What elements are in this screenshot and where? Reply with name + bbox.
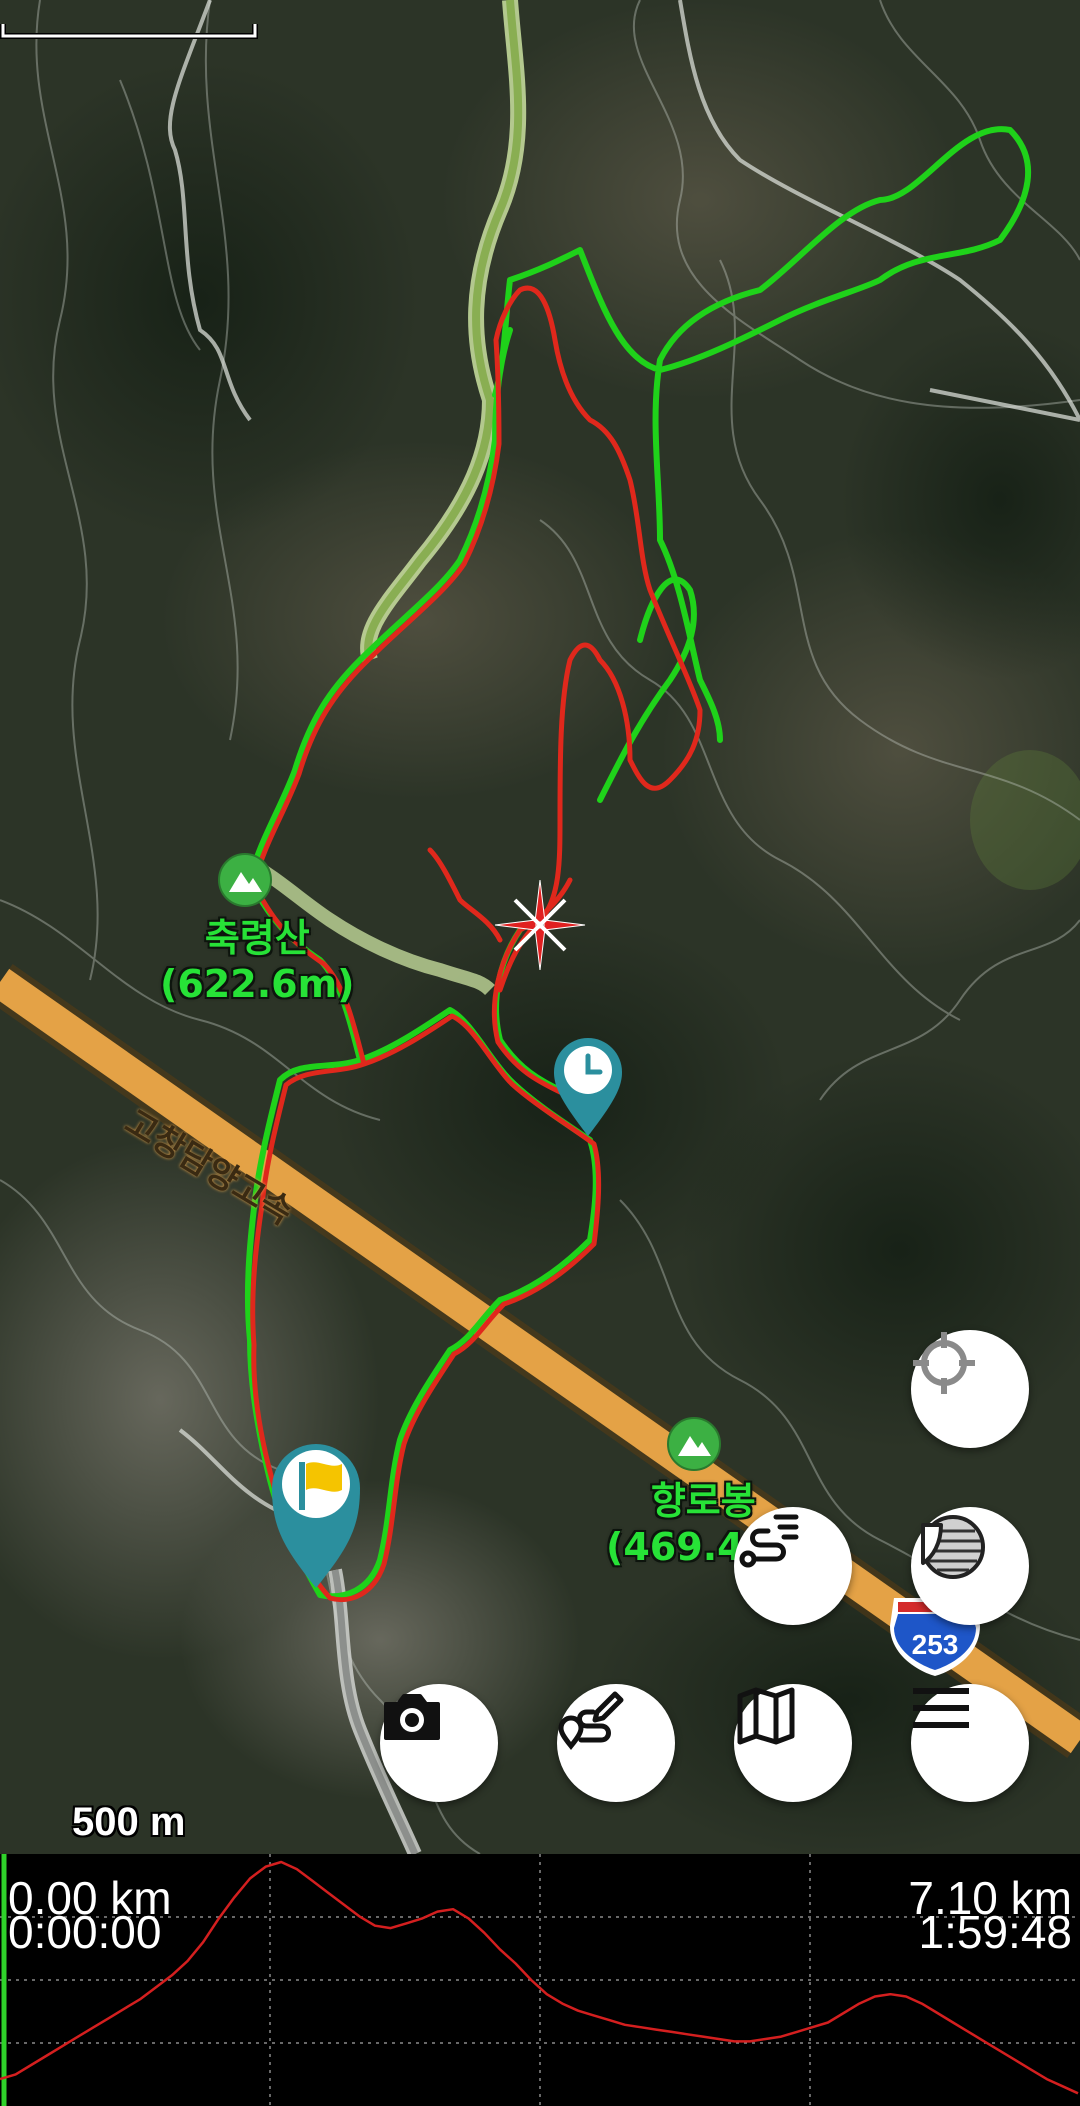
elevation-profile-panel[interactable]: 0.00 km 0:00:00 7.10 km 1:59:48 (0, 1854, 1080, 2106)
draw-route-icon (558, 1691, 624, 1751)
scale-label: 500 m (72, 1800, 186, 1844)
layers-button[interactable] (911, 1507, 1029, 1625)
peak-marker-chukryeongsan[interactable] (218, 853, 272, 907)
draw-route-button[interactable] (557, 1684, 675, 1802)
route-list-icon (739, 1514, 799, 1568)
scale-bar (0, 24, 258, 39)
camera-icon (384, 1694, 440, 1740)
peak-marker-hyangrobong[interactable] (667, 1417, 721, 1471)
peak-elevation: (622.6m) (160, 962, 355, 1006)
peak-name: 축령산 (204, 916, 310, 960)
hamburger-icon (913, 1688, 969, 1728)
app-root: 253 축령산 (622.6m) 향로봉 (469.4m) 고창담양고속 500… (0, 0, 1080, 2106)
routes-button[interactable] (734, 1507, 852, 1625)
svg-text:253: 253 (912, 1629, 959, 1660)
maps-button[interactable] (734, 1684, 852, 1802)
peak-label-chukryeongsan: 축령산 (622.6m) (160, 915, 355, 1007)
locate-me-button[interactable] (911, 1330, 1029, 1448)
layers-icon (921, 1515, 985, 1579)
map-icon (737, 1687, 795, 1745)
map-view[interactable]: 253 축령산 (622.6m) 향로봉 (469.4m) 고창담양고속 500… (0, 0, 1080, 1854)
crosshair-icon (913, 1332, 975, 1394)
end-time: 1:59:48 (918, 1906, 1072, 1958)
menu-button[interactable] (911, 1684, 1029, 1802)
start-time: 0:00:00 (8, 1906, 162, 1958)
camera-button[interactable] (380, 1684, 498, 1802)
